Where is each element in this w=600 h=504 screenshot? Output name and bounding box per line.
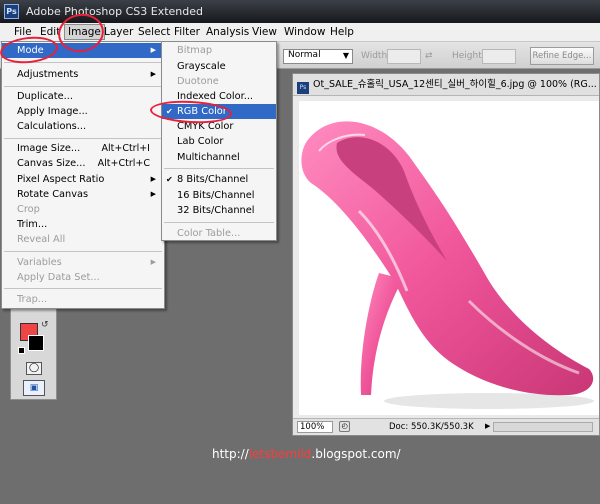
menu-filter[interactable]: Filter [174,26,200,38]
submenu-arrow-icon: ▶ [150,175,156,183]
submenu-arrow-icon: ▶ [150,190,156,198]
submenu-arrow-icon: ▶ [150,258,156,266]
mode-submenu: Bitmap Grayscale Duotone Indexed Color..… [161,41,277,241]
menu-item-lab-color[interactable]: Lab Color [162,134,276,149]
document-window: Ps Ot_SALE_슈홀릭_USA_12센티_실버_하이힐_6.jpg @ 10… [292,73,600,436]
blog-url-watermark: http://letsbemild.blogspot.com/ [212,447,401,461]
photoshop-logo-icon: Ps [4,4,19,19]
pink-high-heel-image [301,121,594,409]
tools-panel: ↺ ◯ ▣ [10,305,57,400]
shortcut-label: Alt+Ctrl+C [97,158,150,169]
menu-item-crop[interactable]: Crop [2,202,164,217]
screen-mode-icon[interactable]: ▣ [23,380,45,396]
menu-item-trap[interactable]: Trap... [2,292,164,307]
chevron-down-icon: ▼ [342,51,349,60]
menu-item-reveal-all[interactable]: Reveal All [2,232,164,247]
menu-item-trim[interactable]: Trim... [2,217,164,232]
menu-item-apply-data-set[interactable]: Apply Data Set... [2,270,164,285]
menu-window[interactable]: Window [284,26,325,38]
url-prefix: http:// [212,447,249,461]
menu-item-8-bits[interactable]: ✔ 8 Bits/Channel [162,172,276,187]
menu-item-canvas-size[interactable]: Canvas Size... Alt+Ctrl+C [2,156,164,171]
shortcut-label: Alt+Ctrl+I [101,143,151,154]
menu-help[interactable]: Help [330,26,354,38]
menu-separator [164,222,274,223]
menu-item-bitmap[interactable]: Bitmap [162,43,276,58]
menu-separator [4,86,162,87]
url-highlight: letsbemild [248,447,312,461]
image-menu: Mode ▶ Adjustments ▶ Duplicate... Apply Im… [1,41,165,309]
menu-item-image-size[interactable]: Image Size... Alt+Ctrl+I [2,141,164,156]
menu-analysis[interactable]: Analysis [206,26,249,38]
menu-item-duotone[interactable]: Duotone [162,74,276,89]
menu-item-grayscale[interactable]: Grayscale [162,59,276,74]
width-label: Width: [361,51,391,61]
default-colors-icon[interactable] [18,347,25,354]
swap-dimensions-icon[interactable]: ⇄ [425,51,433,61]
menu-separator [4,251,162,252]
style-select[interactable]: Normal ▼ [283,49,353,64]
menu-separator [164,168,274,169]
menu-item-apply-image[interactable]: Apply Image... [2,104,164,119]
width-field[interactable] [387,49,421,64]
height-field[interactable] [482,49,516,64]
menu-item-calculations[interactable]: Calculations... [2,119,164,134]
height-label: Height: [452,51,485,61]
document-size: Doc: 550.3K/550.3K [389,422,474,432]
status-menu-arrow-icon[interactable]: ▶ [485,422,490,430]
submenu-arrow-icon: ▶ [150,70,156,78]
quick-mask-icon[interactable]: ◯ [26,362,42,375]
menu-item-16-bits[interactable]: 16 Bits/Channel [162,188,276,203]
background-color-swatch[interactable] [28,335,44,351]
refine-edge-button[interactable]: Refine Edge... [530,47,594,65]
style-select-value: Normal [288,50,321,60]
menu-item-variables[interactable]: Variables ▶ [2,255,164,270]
menu-item-32-bits[interactable]: 32 Bits/Channel [162,203,276,218]
menu-item-rotate-canvas[interactable]: Rotate Canvas ▶ [2,187,164,202]
menu-view[interactable]: View [252,26,277,38]
checkmark-icon: ✔ [166,175,173,184]
document-ps-icon: Ps [297,82,309,94]
menu-item-pixel-aspect-ratio[interactable]: Pixel Aspect Ratio ▶ [2,172,164,187]
menu-separator [4,138,162,139]
horizontal-scrollbar[interactable] [493,422,593,432]
menu-item-duplicate[interactable]: Duplicate... [2,89,164,104]
submenu-arrow-icon: ▶ [150,46,156,54]
zoom-level-field[interactable]: 100% [297,421,333,433]
document-status-bar: 100% ◴ Doc: 550.3K/550.3K ▶ [293,418,599,435]
menu-layer[interactable]: Layer [104,26,133,38]
menu-item-adjustments[interactable]: Adjustments ▶ [2,67,164,82]
image-canvas[interactable] [299,101,599,415]
menu-separator [4,288,162,289]
menu-item-color-table[interactable]: Color Table... [162,226,276,241]
menu-item-multichannel[interactable]: Multichannel [162,150,276,165]
app-title: Adobe Photoshop CS3 Extended [26,5,203,18]
doc-status-icon[interactable]: ◴ [339,421,350,432]
url-suffix: .blogspot.com/ [311,447,401,461]
menu-select[interactable]: Select [138,26,170,38]
swap-colors-icon[interactable]: ↺ [41,320,49,330]
document-title: Ot_SALE_슈홀릭_USA_12센티_실버_하이힐_6.jpg @ 100%… [313,79,597,90]
document-title-bar[interactable]: Ps Ot_SALE_슈홀릭_USA_12센티_실버_하이힐_6.jpg @ 10… [293,74,599,96]
